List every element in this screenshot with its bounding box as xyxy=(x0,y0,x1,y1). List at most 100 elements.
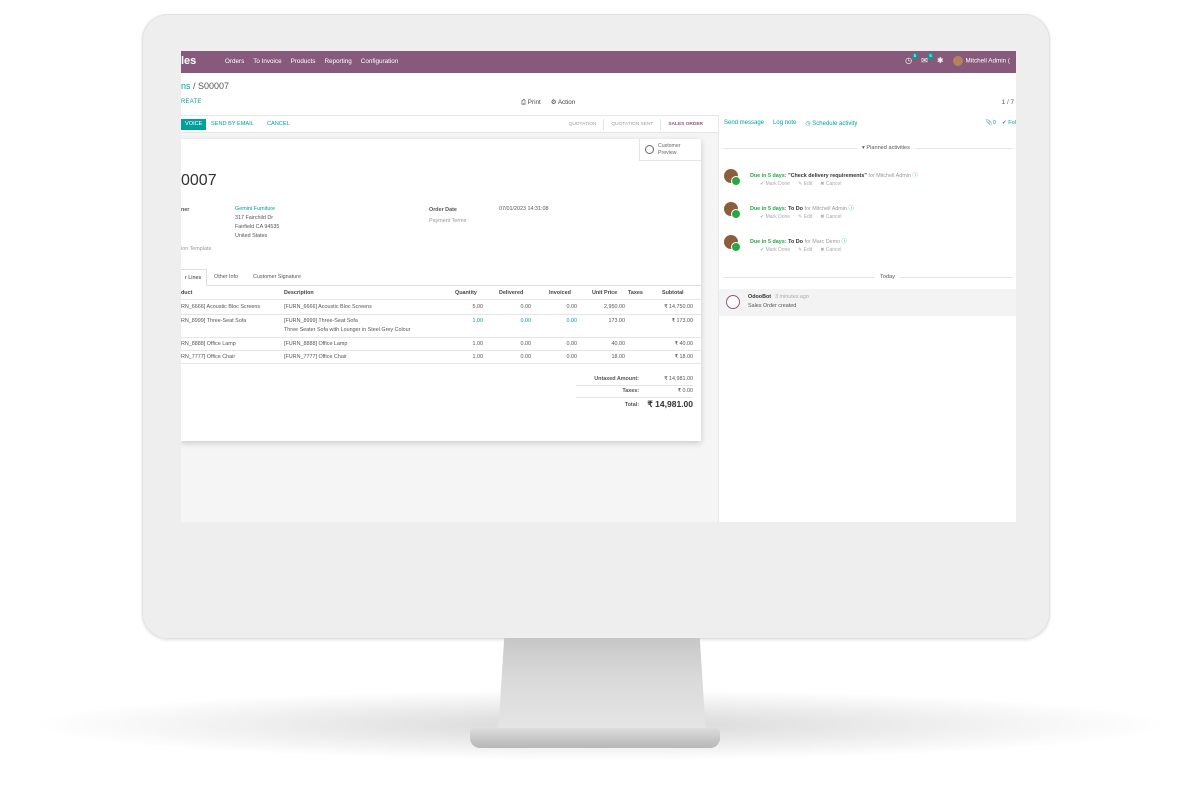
table-header-divider xyxy=(181,299,701,300)
user-menu[interactable]: Mitchell Admin ( xyxy=(952,56,1010,66)
cancel-button[interactable]: CANCEL xyxy=(267,119,290,130)
cell-subtotal: ₹ 173.00 xyxy=(671,318,693,324)
chat-icon[interactable]: ✉ 6 xyxy=(921,53,934,66)
activity-summary: Due in 5 days: To Do for Mitchell Admin … xyxy=(750,206,854,212)
activity-summary: Due in 5 days: "Check delivery requireme… xyxy=(750,173,918,179)
cell-description: [FURN_7777] Office Chair xyxy=(284,354,347,360)
globe-icon xyxy=(645,145,654,154)
menu-reporting[interactable]: Reporting xyxy=(324,58,351,65)
monitor-stand-base xyxy=(470,728,720,748)
systray: ◷ 5 ✉ 6 ✱ Mitchell Admin ( xyxy=(905,53,1010,66)
attachment-button[interactable]: 📎0 xyxy=(986,120,996,126)
pager[interactable]: 1 / 7 xyxy=(1002,99,1014,106)
cancel-activity-button[interactable]: ✖ Cancel xyxy=(820,181,841,187)
taxes-label: Taxes: xyxy=(622,388,639,394)
col-taxes[interactable]: Taxes xyxy=(628,290,643,296)
activity-summary: Due in 5 days: To Do for Marc Demo ⓘ xyxy=(750,239,847,245)
customer-label: ner xyxy=(181,207,190,213)
address-line: 317 Fairchild Dr xyxy=(235,215,274,221)
menu-configuration[interactable]: Configuration xyxy=(361,58,398,65)
tab-order-lines[interactable]: r Lines xyxy=(181,269,208,286)
main-menu: Orders To Invoice Products Reporting Con… xyxy=(225,58,398,65)
info-icon[interactable]: ⓘ xyxy=(842,239,847,245)
customer-field[interactable]: Gemini Furniture 317 Fairchild Dr Fairfi… xyxy=(235,205,279,241)
gear-icon: ⚙ xyxy=(550,99,558,106)
message-item: OdooBot 3 minutes ago Sales Order created xyxy=(719,289,1016,316)
print-button[interactable]: ⎙ Print xyxy=(521,99,541,107)
follow-button[interactable]: ✔ Fol xyxy=(1002,120,1016,126)
planned-activities-toggle[interactable]: ▾ Planned activities xyxy=(857,145,915,151)
mark-done-button[interactable]: ✔ Mark Done xyxy=(760,181,790,187)
tab-customer-signature[interactable]: Customer Signature xyxy=(248,269,306,286)
chatter-topbar: Send message Log note ◷ Schedule activit… xyxy=(724,120,857,127)
avatar xyxy=(726,295,740,309)
col-subtotal[interactable]: Subtotal xyxy=(662,290,684,296)
stage-quotation-sent[interactable]: QUOTATION SENT xyxy=(604,119,662,130)
col-description[interactable]: Description xyxy=(284,290,314,296)
menu-to-invoice[interactable]: To Invoice xyxy=(253,58,281,65)
send-by-email-button[interactable]: SEND BY EMAIL xyxy=(211,119,254,130)
address-line: United States xyxy=(235,233,268,239)
cancel-activity-button[interactable]: ✖ Cancel xyxy=(820,247,841,253)
cell-subtotal: ₹ 40.00 xyxy=(674,341,693,347)
cell-product: RN_7777] Office Chair xyxy=(181,354,236,360)
clock-icon[interactable]: ◷ 5 xyxy=(905,53,919,66)
col-product[interactable]: duct xyxy=(181,290,192,296)
menu-orders[interactable]: Orders xyxy=(225,58,244,65)
col-invoiced[interactable]: Invoiced xyxy=(549,290,571,296)
log-note-button[interactable]: Log note xyxy=(773,120,796,127)
cell-invoiced: 0.00 xyxy=(566,354,578,360)
order-date-value[interactable]: 07/01/2023 14:31:08 xyxy=(499,205,548,214)
customer-name[interactable]: Gemini Furniture xyxy=(235,205,279,214)
payment-terms-label: Payment Terms xyxy=(429,218,467,224)
top-navbar: les Orders To Invoice Products Reporting… xyxy=(181,51,1016,73)
mark-done-button[interactable]: ✔ Mark Done xyxy=(760,214,790,220)
send-message-button[interactable]: Send message xyxy=(724,120,764,127)
cell-subtotal: ₹ 14,750.00 xyxy=(664,304,693,310)
paperclip-icon: 📎 xyxy=(985,120,993,126)
activity-ops: ✔ Mark Done ✎ Edit ✖ Cancel xyxy=(760,247,841,253)
notebook-tabs: r Lines Other Info Customer Signature xyxy=(181,269,701,286)
mark-done-button[interactable]: ✔ Mark Done xyxy=(760,247,790,253)
cancel-activity-button[interactable]: ✖ Cancel xyxy=(820,214,841,220)
order-date-label: Order Date xyxy=(429,207,457,213)
form-sheet: Customer Preview 0007 ner Gemini Furnitu… xyxy=(181,139,701,441)
action-button[interactable]: ⚙ Action xyxy=(551,99,576,107)
cell-invoiced: 0.00 xyxy=(566,304,578,310)
customer-preview-button[interactable]: Customer Preview xyxy=(639,139,701,161)
info-icon[interactable]: ⓘ xyxy=(849,206,854,212)
untaxed-amount-value: ₹ 14,981.00 xyxy=(664,376,693,382)
edit-button[interactable]: ✎ Edit xyxy=(798,181,812,187)
schedule-activity-button[interactable]: ◷ Schedule activity xyxy=(805,120,857,127)
cell-unit-price: 173.00 xyxy=(608,318,626,324)
menu-products[interactable]: Products xyxy=(291,58,316,65)
cell-unit-price: 2,950.00 xyxy=(604,304,625,310)
edit-button[interactable]: ✎ Edit xyxy=(798,214,812,220)
create-invoice-button[interactable]: VOICE xyxy=(181,119,207,130)
breadcrumb-parent[interactable]: ns xyxy=(181,81,191,91)
col-unit-price[interactable]: Unit Price xyxy=(592,290,617,296)
control-panel-actions: ⎙ Print ⚙ Action xyxy=(521,99,575,107)
cell-unit-price: 40.00 xyxy=(611,341,626,347)
cell-invoiced: 0.00 xyxy=(566,318,578,324)
col-quantity[interactable]: Quantity xyxy=(455,290,477,296)
cell-delivered: 0.00 xyxy=(520,354,532,360)
chatter-right-actions: 📎0 ✔ Fol xyxy=(986,120,1016,126)
cell-delivered: 0.00 xyxy=(520,304,532,310)
row-divider xyxy=(181,337,701,338)
bug-icon[interactable]: ✱ xyxy=(937,56,944,66)
today-label: Today xyxy=(875,274,900,280)
activity-badge: 5 xyxy=(911,53,919,59)
info-icon[interactable]: ⓘ xyxy=(912,173,917,179)
edit-button[interactable]: ✎ Edit xyxy=(798,247,812,253)
stage-sales-order[interactable]: SALES ORDER xyxy=(661,119,710,130)
taxes-value: ₹ 0.00 xyxy=(677,388,693,394)
stage-quotation[interactable]: QUOTATION xyxy=(562,119,605,130)
create-button[interactable]: REATE xyxy=(181,99,202,105)
cell-delivered: 0.00 xyxy=(520,318,532,324)
cell-quantity: 5.00 xyxy=(472,304,484,310)
col-delivered[interactable]: Delivered xyxy=(499,290,523,296)
tab-other-info[interactable]: Other Info xyxy=(209,269,243,286)
messages-badge: 6 xyxy=(927,53,934,59)
app-name[interactable]: les xyxy=(181,55,196,67)
